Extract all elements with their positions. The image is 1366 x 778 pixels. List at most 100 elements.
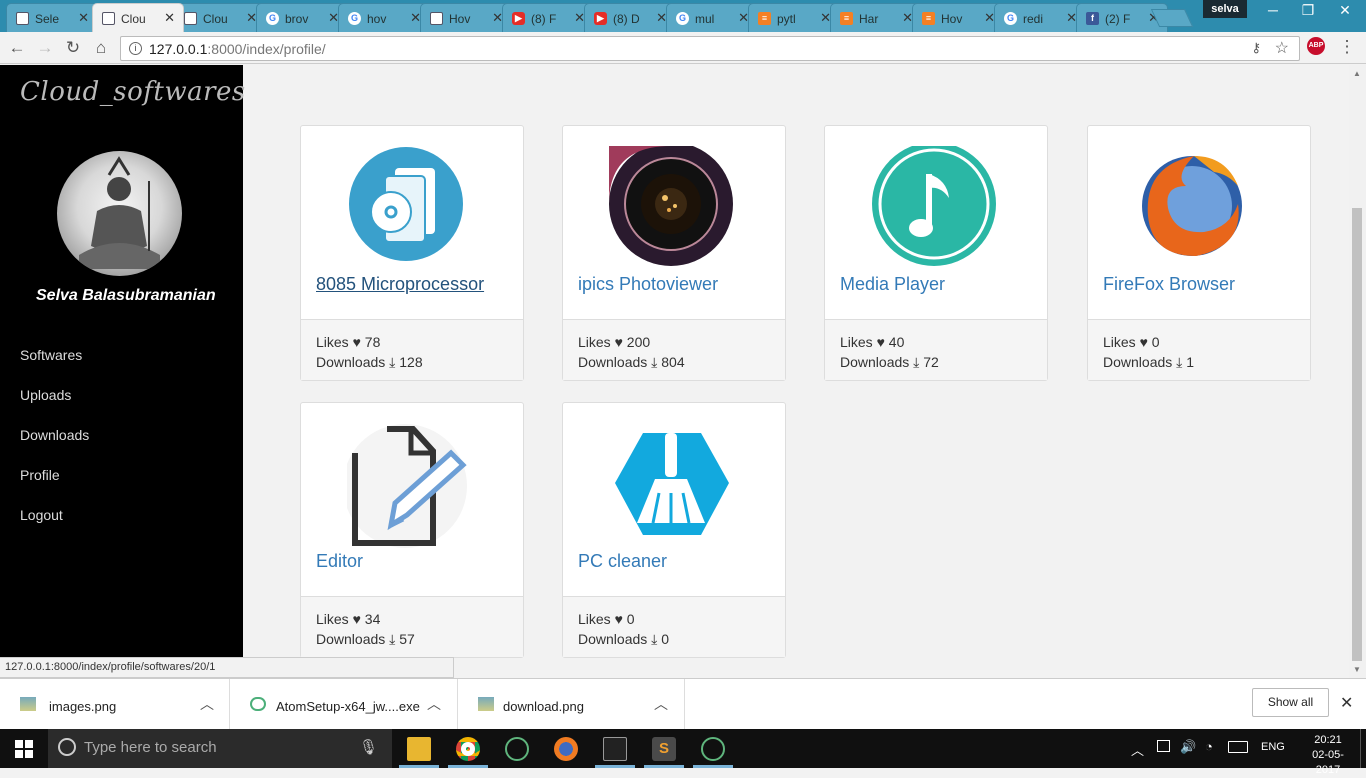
tab-4[interactable]: Ghov ✕ bbox=[338, 3, 430, 32]
nav-uploads[interactable]: Uploads bbox=[20, 387, 71, 403]
tab-10[interactable]: ≡ Har ✕ bbox=[830, 3, 922, 32]
scrollbar-thumb[interactable] bbox=[1352, 208, 1362, 661]
tab-0[interactable]: Sele ✕ bbox=[6, 3, 98, 32]
tab-label: (2) F bbox=[1105, 12, 1131, 26]
tab-close-icon[interactable]: ✕ bbox=[78, 10, 89, 26]
windows-start-icon[interactable] bbox=[15, 740, 33, 758]
star-icon[interactable]: ☆ bbox=[1275, 38, 1289, 58]
chevron-up-icon[interactable]: ︿ bbox=[1131, 740, 1144, 759]
menu-icon[interactable]: ⋮ bbox=[1336, 37, 1358, 57]
reload-icon[interactable]: ↻ bbox=[62, 38, 84, 58]
profile-chip[interactable]: selva bbox=[1203, 0, 1247, 18]
document-pencil-icon[interactable] bbox=[343, 423, 473, 549]
atom-icon[interactable] bbox=[505, 737, 529, 761]
firefox-icon[interactable] bbox=[1134, 146, 1260, 272]
tab-3[interactable]: Gbrov ✕ bbox=[256, 3, 348, 32]
battery-icon[interactable] bbox=[1157, 740, 1170, 752]
google-icon: G bbox=[348, 12, 361, 25]
back-icon[interactable]: ← bbox=[6, 38, 28, 58]
wifi-icon[interactable]: ◔ bbox=[1205, 739, 1213, 754]
address-bar[interactable]: i 127.0.0.1:8000/index/profile/ ⚷ ☆ bbox=[120, 36, 1300, 61]
download-bar: images.png ︿ AtomSetup-x64_jw....exe ︿ d… bbox=[0, 678, 1366, 730]
software-card[interactable]: Editor Likes ♥ 34 Downloads ⤓ 57 bbox=[300, 402, 524, 658]
card-stats: Likes ♥ 40 Downloads ⤓ 72 bbox=[825, 319, 1047, 380]
minimize-icon[interactable]: ─ bbox=[1258, 2, 1288, 18]
scroll-down-icon[interactable]: ▼ bbox=[1353, 665, 1361, 674]
software-card[interactable]: FireFox Browser Likes ♥ 0 Downloads ⤓ 1 bbox=[1087, 125, 1311, 381]
software-card[interactable]: Media Player Likes ♥ 40 Downloads ⤓ 72 bbox=[824, 125, 1048, 381]
microphone-icon[interactable]: 🎙 bbox=[359, 738, 378, 756]
page-icon bbox=[430, 12, 443, 25]
adblock-icon[interactable]: ABP bbox=[1307, 37, 1325, 55]
sublime-text-icon[interactable]: S bbox=[652, 737, 676, 761]
close-download-bar-icon[interactable]: ✕ bbox=[1340, 693, 1353, 713]
software-card[interactable]: PC cleaner Likes ♥ 0 Downloads ⤓ 0 bbox=[562, 402, 786, 658]
software-title[interactable]: Editor bbox=[316, 551, 363, 572]
tab-9[interactable]: ≡ pytl ✕ bbox=[748, 3, 840, 32]
file-explorer-icon[interactable] bbox=[407, 737, 431, 761]
show-all-button[interactable]: Show all bbox=[1252, 688, 1329, 717]
tab-1[interactable]: Clou ✕ bbox=[92, 3, 184, 32]
download-item[interactable]: AtomSetup-x64_jw....exe ︿ bbox=[230, 679, 458, 730]
software-title[interactable]: 8085 Microprocessor bbox=[316, 274, 484, 295]
tab-7[interactable]: ▶ (8) D ✕ bbox=[584, 3, 676, 32]
maximize-icon[interactable]: ❐ bbox=[1293, 2, 1323, 19]
tab-12[interactable]: Gredi ✕ bbox=[994, 3, 1086, 32]
chevron-up-icon[interactable]: ︿ bbox=[654, 694, 668, 714]
taskbar-search-input[interactable]: Type here to search 🎙 bbox=[48, 729, 392, 768]
stackoverflow-icon: ≡ bbox=[922, 12, 935, 25]
new-tab-button[interactable] bbox=[1150, 9, 1194, 27]
download-item[interactable]: images.png ︿ bbox=[0, 679, 230, 730]
download-item[interactable]: download.png ︿ bbox=[458, 679, 685, 730]
close-window-icon[interactable]: ✕ bbox=[1330, 2, 1360, 19]
software-title[interactable]: PC cleaner bbox=[578, 551, 667, 572]
chrome-icon[interactable] bbox=[456, 737, 480, 761]
home-icon[interactable]: ⌂ bbox=[90, 38, 112, 58]
likes-count: 200 bbox=[626, 334, 651, 350]
show-desktop-button[interactable] bbox=[1360, 729, 1366, 768]
clock[interactable]: 20:21 02-05-2017 bbox=[1300, 733, 1356, 778]
software-title[interactable]: Media Player bbox=[840, 274, 945, 295]
software-card[interactable]: 8085 Microprocessor Likes ♥ 78 Downloads… bbox=[300, 125, 524, 381]
nav-downloads[interactable]: Downloads bbox=[20, 427, 89, 443]
firefox-icon[interactable] bbox=[554, 737, 578, 761]
search-icon bbox=[58, 738, 76, 756]
tab-11[interactable]: ≡ Hov ✕ bbox=[912, 3, 1004, 32]
likes-label: Likes bbox=[578, 334, 611, 350]
forward-icon[interactable]: → bbox=[34, 38, 56, 58]
nav-softwares[interactable]: Softwares bbox=[20, 347, 82, 363]
chevron-up-icon[interactable]: ︿ bbox=[200, 694, 214, 714]
chevron-up-icon[interactable]: ︿ bbox=[427, 694, 441, 714]
clock-time: 20:21 bbox=[1314, 734, 1342, 746]
download-icon: ⤓ bbox=[1176, 354, 1183, 370]
software-title[interactable]: ipics Photoviewer bbox=[578, 274, 718, 295]
downloads-count: 72 bbox=[923, 354, 939, 370]
tab-5[interactable]: Hov ✕ bbox=[420, 3, 512, 32]
info-icon[interactable]: i bbox=[129, 42, 142, 55]
vertical-scrollbar[interactable]: ▲ ▼ bbox=[1349, 65, 1366, 678]
camera-lens-icon[interactable] bbox=[609, 142, 735, 272]
brand-logo[interactable]: Cloud_softwares bbox=[20, 77, 246, 107]
keyboard-icon[interactable] bbox=[1228, 741, 1248, 753]
tab-6[interactable]: ▶ (8) F ✕ bbox=[502, 3, 594, 32]
card-stats: Likes ♥ 200 Downloads ⤓ 804 bbox=[563, 319, 785, 380]
software-title[interactable]: FireFox Browser bbox=[1103, 274, 1235, 295]
scroll-up-icon[interactable]: ▲ bbox=[1353, 69, 1361, 78]
language-indicator[interactable]: ENG bbox=[1261, 741, 1285, 753]
tab-close-icon[interactable]: ✕ bbox=[164, 10, 175, 26]
tab-8[interactable]: Gmul ✕ bbox=[666, 3, 758, 32]
key-icon[interactable]: ⚷ bbox=[1251, 40, 1261, 56]
heart-icon: ♥ bbox=[614, 611, 623, 627]
page-icon bbox=[184, 12, 197, 25]
music-note-icon[interactable] bbox=[871, 142, 997, 272]
terminal-icon[interactable] bbox=[603, 737, 627, 761]
heart-icon: ♥ bbox=[352, 334, 361, 350]
atom-icon[interactable] bbox=[701, 737, 725, 761]
broom-icon[interactable] bbox=[609, 423, 735, 549]
cd-box-icon[interactable] bbox=[347, 146, 473, 272]
volume-icon[interactable]: 🔊 bbox=[1180, 739, 1196, 755]
nav-profile[interactable]: Profile bbox=[20, 467, 60, 483]
software-card[interactable]: ipics Photoviewer Likes ♥ 200 Downloads … bbox=[562, 125, 786, 381]
tab-2[interactable]: Clou ✕ bbox=[174, 3, 266, 32]
nav-logout[interactable]: Logout bbox=[20, 507, 63, 523]
